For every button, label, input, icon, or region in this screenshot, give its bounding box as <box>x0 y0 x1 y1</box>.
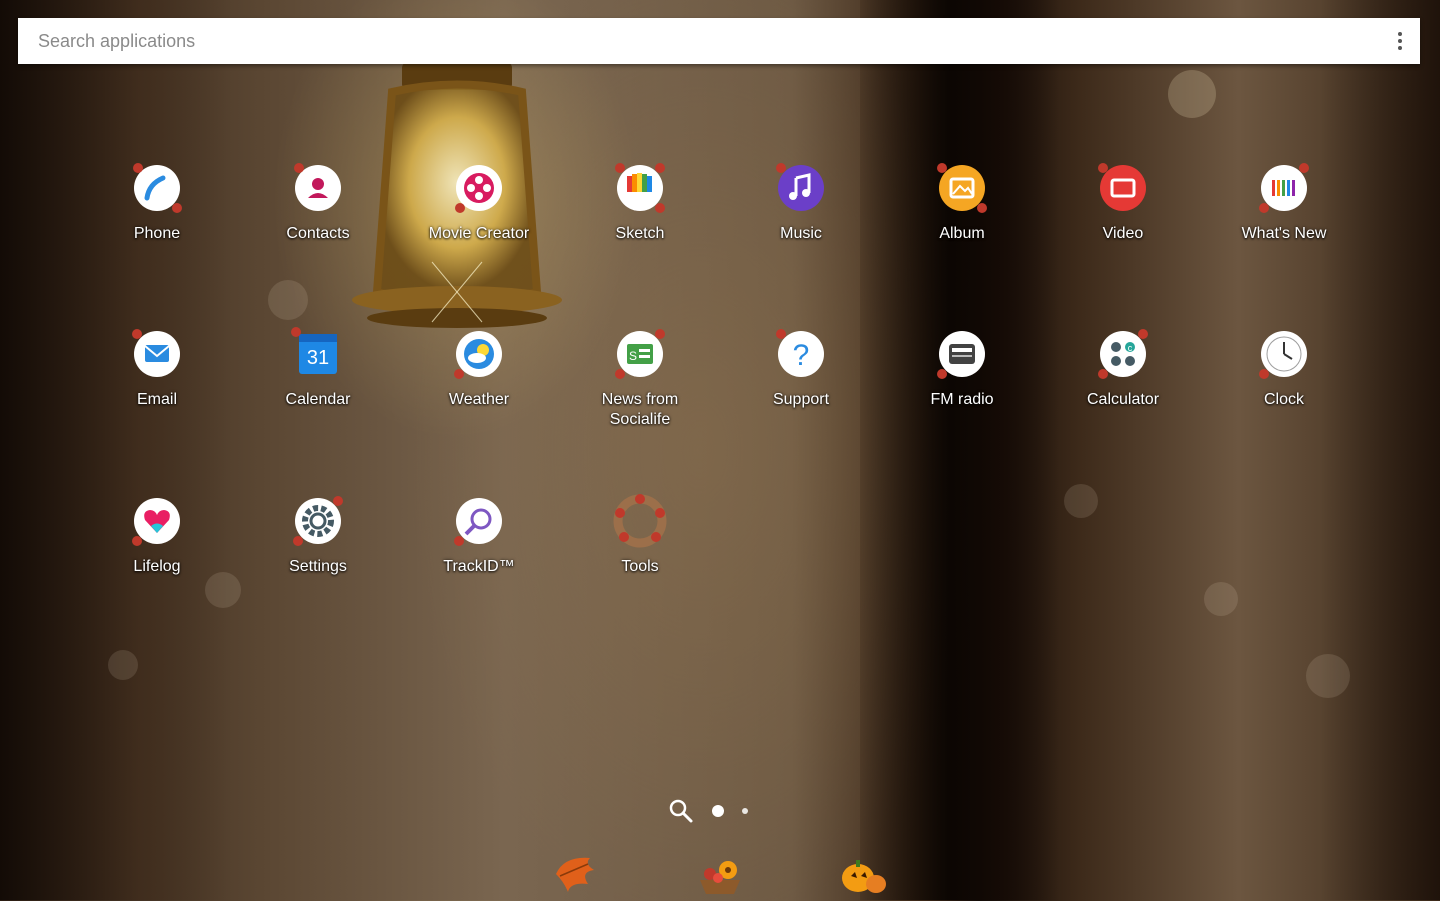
app-clock[interactable]: Clock <box>1209 326 1359 410</box>
app-label: Movie Creator <box>428 225 530 242</box>
video-icon <box>1098 163 1146 211</box>
app-trackid[interactable]: TrackID™ <box>404 493 554 577</box>
phone-icon <box>133 163 182 213</box>
flower-basket-icon <box>700 861 740 894</box>
app-label: TrackID™ <box>443 558 515 575</box>
app-label: Clock <box>1263 391 1304 408</box>
page-dot[interactable] <box>742 808 748 814</box>
app-label: Calculator <box>1086 391 1160 408</box>
app-phone[interactable]: Phone <box>82 160 232 244</box>
app-weather[interactable]: Weather <box>404 326 554 410</box>
dock-flower-basket[interactable] <box>694 852 746 896</box>
app-label: Email <box>136 391 177 408</box>
calculator-icon: c <box>1098 329 1148 379</box>
trackid-icon <box>454 498 502 546</box>
app-support[interactable]: ? Support <box>726 326 876 410</box>
music-icon <box>776 163 824 211</box>
tools-folder-icon <box>613 494 667 548</box>
app-label: Sketch <box>615 225 665 242</box>
app-label: Phone <box>133 225 181 242</box>
app-lifelog[interactable]: Lifelog <box>82 493 232 577</box>
svg-text:31: 31 <box>307 347 329 369</box>
app-label: Video <box>1102 225 1144 242</box>
app-label: Lifelog <box>133 558 181 575</box>
app-label: What's New <box>1241 225 1327 242</box>
pumpkin-icon <box>842 860 886 893</box>
app-drawer-grid: Phone Contacts Movie Creator Sketch Musi… <box>0 0 1440 900</box>
app-email[interactable]: Email <box>82 326 232 410</box>
autumn-leaf-icon <box>556 857 594 892</box>
app-album[interactable]: Album <box>887 160 1037 244</box>
sketch-icon <box>615 163 665 213</box>
app-calculator[interactable]: c Calculator <box>1048 326 1198 410</box>
app-news-socialife[interactable]: S News from Socialife <box>565 326 715 430</box>
app-whats-new[interactable]: What's New <box>1209 160 1359 244</box>
dock-pumpkin[interactable] <box>838 852 890 896</box>
app-sketch[interactable]: Sketch <box>565 160 715 244</box>
radio-icon <box>937 331 985 379</box>
app-label: News from Socialife <box>601 391 679 428</box>
app-label: Tools <box>621 558 659 575</box>
app-label: Support <box>772 391 830 408</box>
news-icon: S <box>615 329 665 379</box>
support-icon: ? <box>776 329 824 377</box>
app-label: Calendar <box>285 391 351 408</box>
app-settings[interactable]: Settings <box>243 493 393 577</box>
lifelog-icon <box>132 498 180 546</box>
album-icon <box>937 163 987 213</box>
app-video[interactable]: Video <box>1048 160 1198 244</box>
dock-leaf[interactable] <box>550 852 602 896</box>
svg-text:S: S <box>629 349 637 363</box>
app-label: Contacts <box>286 225 350 242</box>
page-indicator <box>668 798 748 824</box>
page-dot-current[interactable] <box>712 805 724 817</box>
folder-tools[interactable]: Tools <box>565 493 715 577</box>
app-label: Music <box>780 225 822 242</box>
app-calendar[interactable]: 31 Calendar <box>243 326 393 410</box>
app-label: Album <box>939 225 985 242</box>
app-label: FM radio <box>930 391 994 408</box>
app-label: Weather <box>448 391 510 408</box>
app-music[interactable]: Music <box>726 160 876 244</box>
svg-text:c: c <box>1128 343 1133 353</box>
app-movie-creator[interactable]: Movie Creator <box>404 160 554 244</box>
settings-icon <box>293 496 343 546</box>
app-fm-radio[interactable]: FM radio <box>887 326 1037 410</box>
clock-icon <box>1259 331 1307 379</box>
weather-icon <box>454 331 502 379</box>
calendar-icon: 31 <box>291 327 337 374</box>
contacts-icon <box>294 163 341 211</box>
app-contacts[interactable]: Contacts <box>243 160 393 244</box>
email-icon <box>132 329 180 377</box>
movie-creator-icon <box>455 165 502 213</box>
whats-new-icon <box>1259 163 1309 213</box>
search-icon[interactable] <box>668 798 694 824</box>
app-label: Settings <box>289 558 347 575</box>
svg-text:?: ? <box>793 339 810 372</box>
